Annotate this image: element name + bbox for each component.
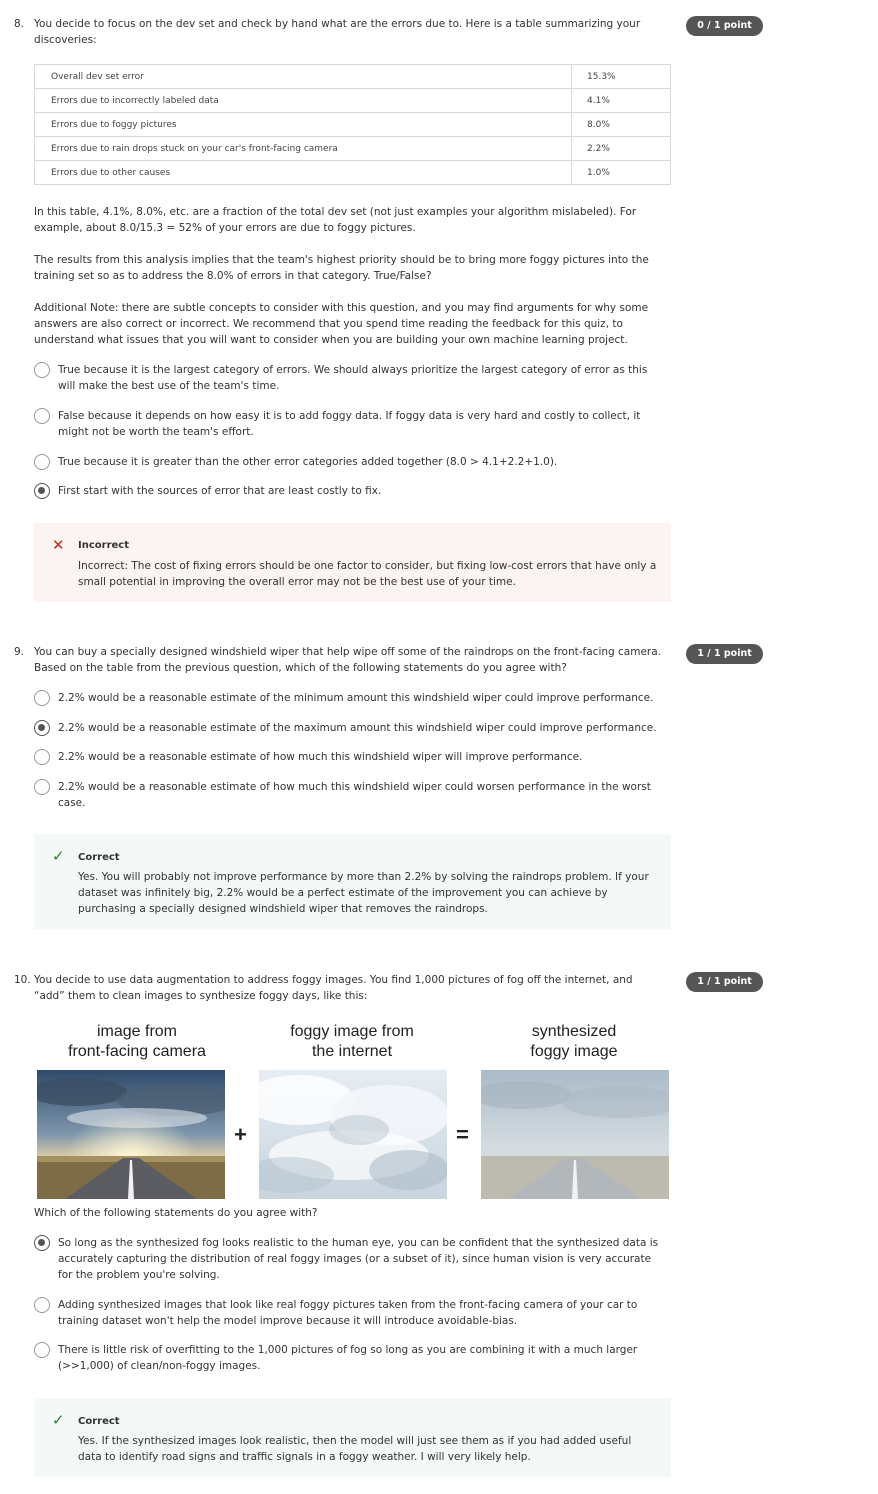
question-text: Which of the following statements do you… [34,1207,318,1219]
image-caption: foggy image from the internet [290,1023,414,1060]
additional-note: Additional Note: there are subtle concep… [34,302,649,346]
image-caption: image from front-facing camera [68,1023,206,1060]
feedback-correct: ✓ Correct Yes. You will probably not imp… [34,834,671,929]
synthesized-foggy-image [481,1070,669,1199]
answer-option[interactable]: Adding synthesized images that look like… [34,1297,664,1329]
feedback-title: Correct [78,1416,120,1427]
radio-button[interactable] [34,1342,50,1358]
answer-option[interactable]: 2.2% would be a reasonable estimate of h… [34,749,664,765]
explanation-text: In this table, 4.1%, 8.0%, etc. are a fr… [34,206,637,234]
answer-option[interactable]: 2.2% would be a reasonable estimate of h… [34,779,664,811]
answer-option[interactable]: True because it is greater than the othe… [34,454,664,470]
feedback-title: Correct [78,852,120,863]
option-label: So long as the synthesized fog looks rea… [58,1237,659,1281]
answer-option[interactable]: There is little risk of overfitting to t… [34,1342,664,1374]
question-number: 10. [14,974,31,986]
fog-image [259,1070,447,1199]
table-cell: Overall dev set error [34,64,572,89]
option-label: True because it is the largest category … [58,364,648,392]
option-label: 2.2% would be a reasonable estimate of t… [58,692,654,704]
table-cell: 1.0% [571,160,671,185]
answer-option[interactable]: True because it is the largest category … [34,362,664,394]
question-number: 8. [14,18,25,30]
table-row: Errors due to other causes 1.0% [34,160,671,185]
answer-option[interactable]: False because it depends on how easy it … [34,408,664,440]
answer-option-selected[interactable]: First start with the sources of error th… [34,483,664,499]
table-cell: 15.3% [571,64,671,89]
table-cell: Errors due to other causes [34,160,572,185]
explanation-text: The results from this analysis implies t… [34,254,649,282]
option-label: First start with the sources of error th… [58,485,382,497]
table-row: Overall dev set error 15.3% [34,64,671,89]
score-badge: 1 / 1 point [686,972,763,992]
error-table: Overall dev set error 15.3% Errors due to… [34,64,671,185]
option-label: True because it is greater than the othe… [58,456,558,468]
radio-button[interactable] [34,408,50,424]
check-icon: ✓ [52,847,65,865]
table-cell: 8.0% [571,112,671,137]
score-badge: 1 / 1 point [686,644,763,664]
check-icon: ✓ [52,1411,65,1429]
table-row: Errors due to rain drops stuck on your c… [34,136,671,161]
radio-button-selected[interactable] [34,720,50,736]
radio-button-selected[interactable] [34,1235,50,1251]
clean-road-image [37,1070,225,1199]
table-row: Errors due to incorrectly labeled data 4.… [34,88,671,113]
feedback-body: Yes. You will probably not improve perfo… [78,871,649,915]
radio-button[interactable] [34,749,50,765]
question-prompt: You decide to focus on the dev set and c… [34,18,641,46]
question-prompt: You can buy a specially designed windshi… [34,646,662,674]
option-label: 2.2% would be a reasonable estimate of h… [58,781,651,809]
option-label: Adding synthesized images that look like… [58,1299,638,1327]
option-label: 2.2% would be a reasonable estimate of h… [58,751,583,763]
close-icon: ✕ [52,536,65,554]
feedback-incorrect: ✕ Incorrect Incorrect: The cost of fixin… [34,523,671,602]
question-prompt: You decide to use data augmentation to a… [34,974,633,1002]
radio-button[interactable] [34,779,50,795]
plus-sign: + [234,1122,247,1147]
option-label: False because it depends on how easy it … [58,410,641,438]
table-cell: Errors due to foggy pictures [34,112,572,137]
feedback-title: Incorrect [78,540,129,551]
score-badge: 0 / 1 point [686,16,763,36]
feedback-body: Yes. If the synthesized images look real… [78,1435,632,1463]
radio-button[interactable] [34,454,50,470]
question-number: 9. [14,646,25,658]
table-cell: Errors due to incorrectly labeled data [34,88,572,113]
radio-button[interactable] [34,1297,50,1313]
option-label: There is little risk of overfitting to t… [58,1344,638,1372]
feedback-correct: ✓ Correct Yes. If the synthesized images… [34,1398,671,1477]
answer-option-selected[interactable]: 2.2% would be a reasonable estimate of t… [34,720,664,736]
feedback-body: Incorrect: The cost of fixing errors sho… [78,560,657,588]
radio-button[interactable] [34,690,50,706]
option-label: 2.2% would be a reasonable estimate of t… [58,722,657,734]
table-row: Errors due to foggy pictures 8.0% [34,112,671,137]
table-cell: 4.1% [571,88,671,113]
image-caption: synthesized foggy image [530,1023,618,1060]
equals-sign: = [456,1122,469,1147]
table-cell: 2.2% [571,136,671,161]
radio-button[interactable] [34,362,50,378]
radio-button-selected[interactable] [34,483,50,499]
answer-option[interactable]: 2.2% would be a reasonable estimate of t… [34,690,664,706]
table-cell: Errors due to rain drops stuck on your c… [34,136,572,161]
answer-option-selected[interactable]: So long as the synthesized fog looks rea… [34,1235,664,1283]
